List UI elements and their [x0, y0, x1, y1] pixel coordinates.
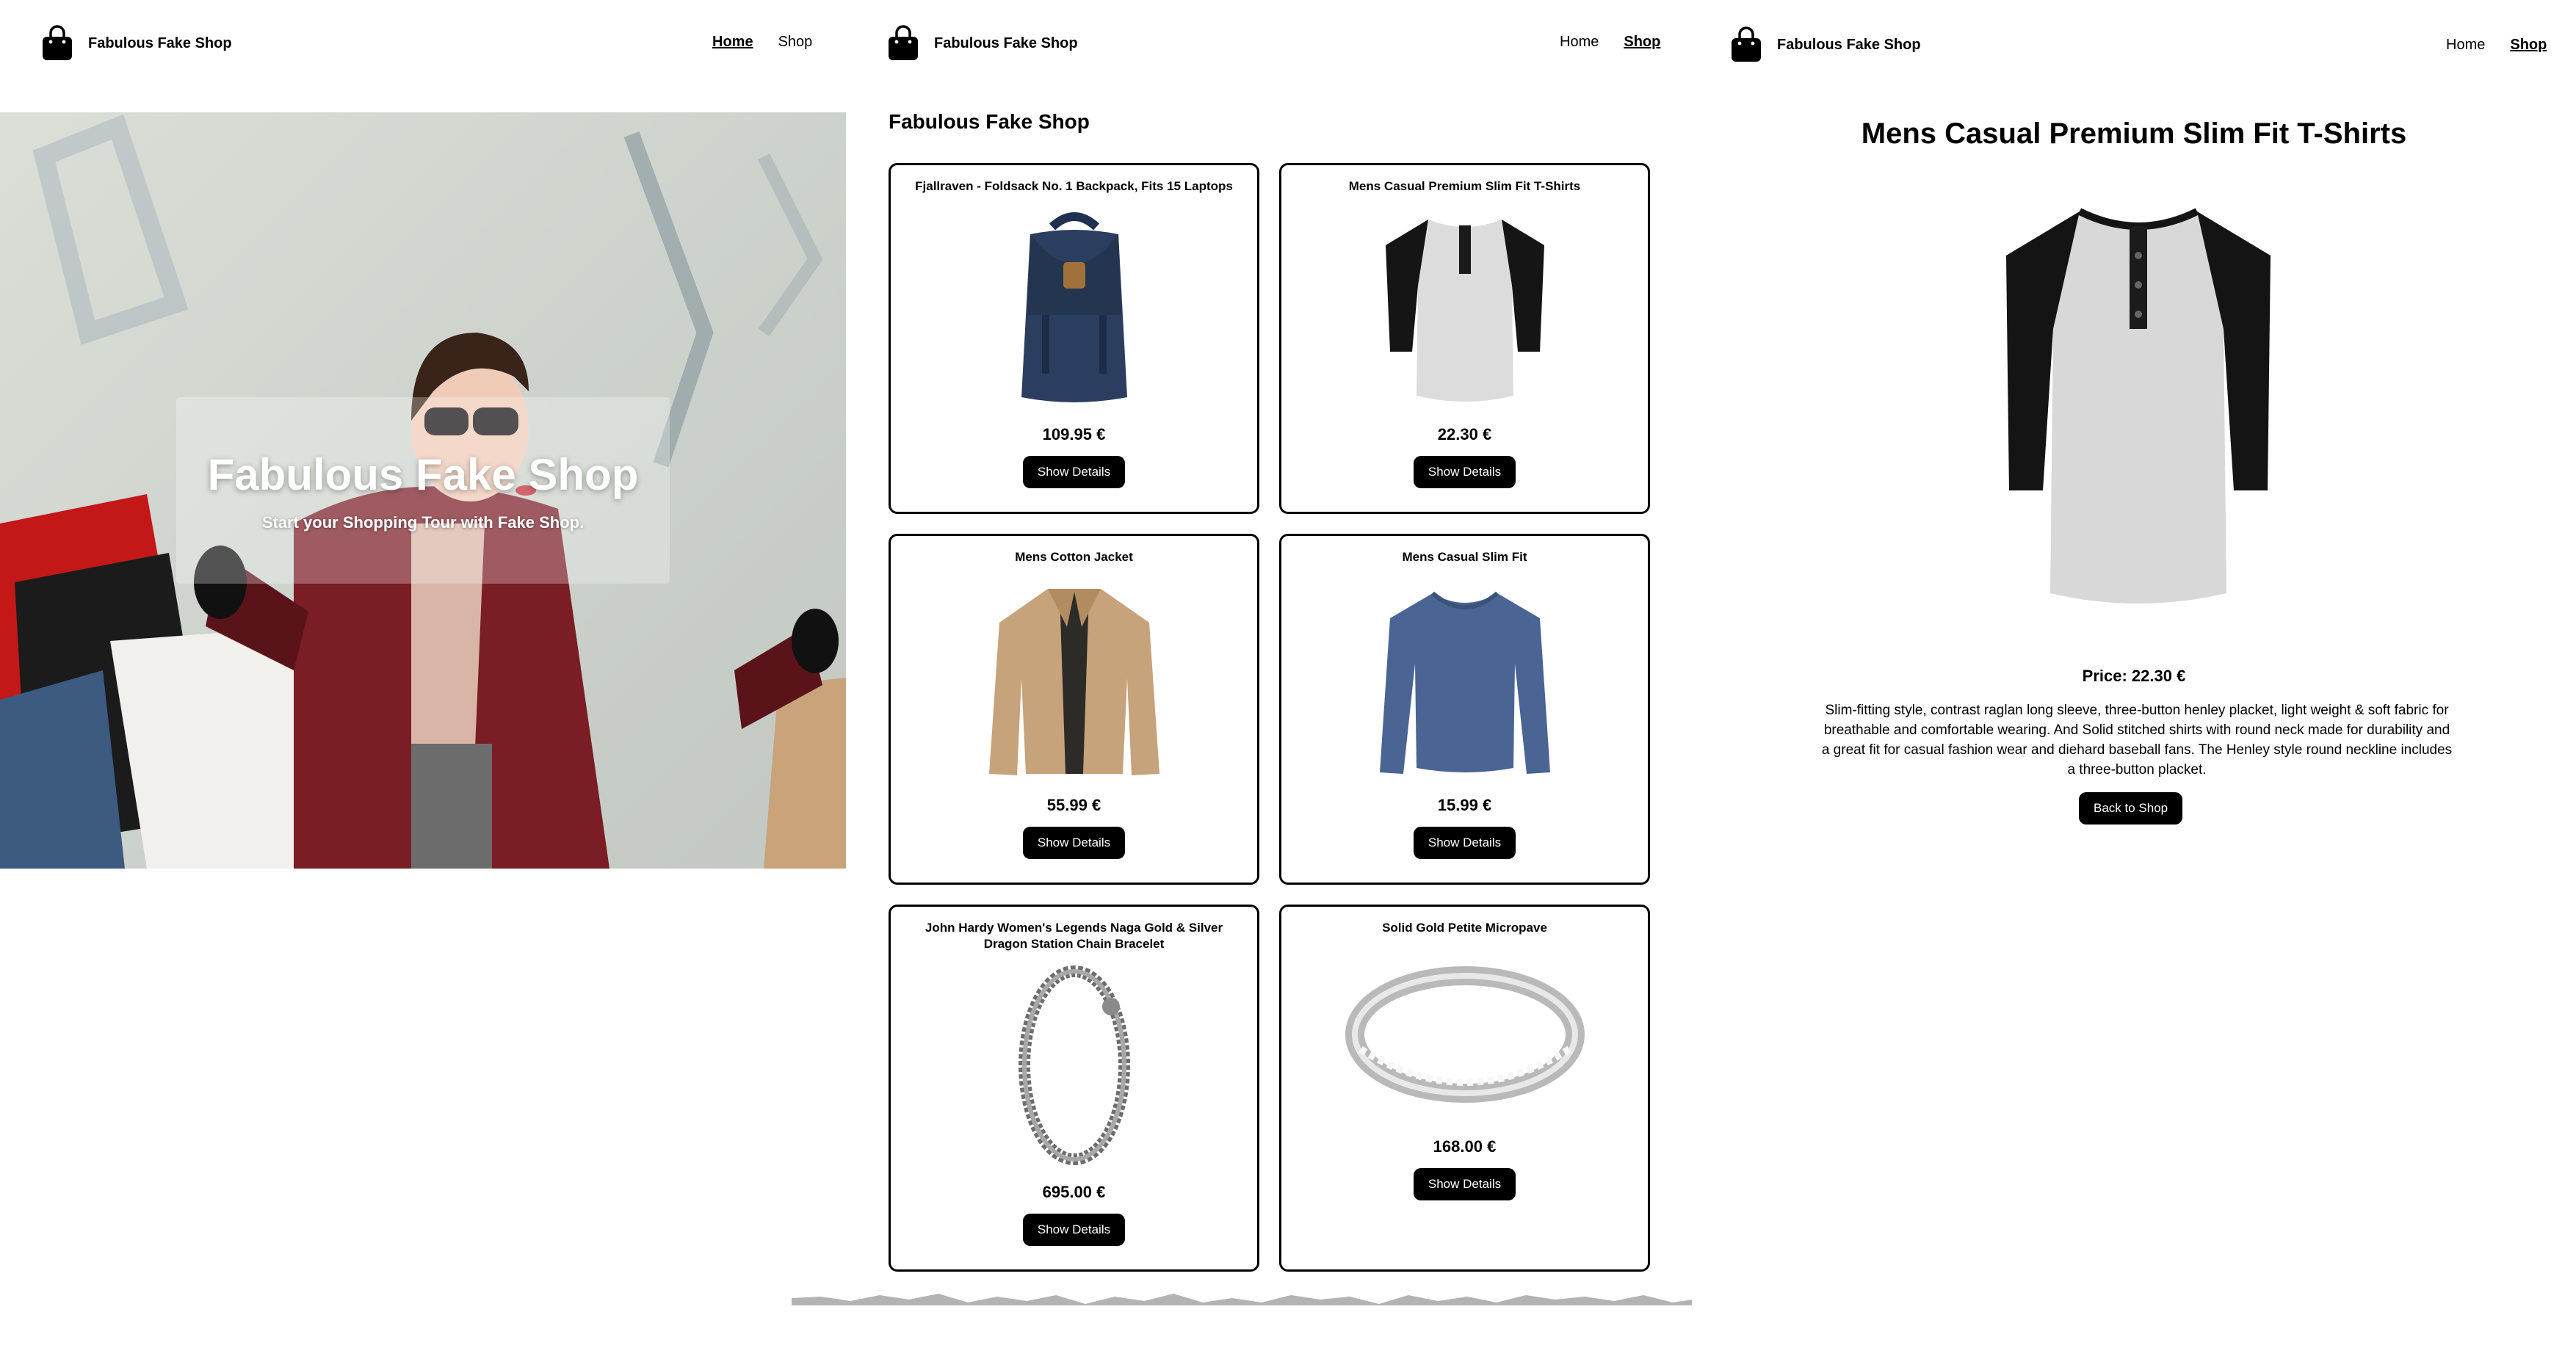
bracelet-image — [1018, 965, 1130, 1165]
nav-home-link[interactable]: Home — [1560, 34, 1599, 51]
ring-image — [1345, 966, 1585, 1103]
henley-shirt-image — [1385, 220, 1544, 402]
product-title: Mens Casual Premium Slim Fit T-Shirts — [1348, 179, 1581, 193]
torn-edge-divider — [792, 1294, 1746, 1305]
show-details-button[interactable]: Show Details — [1413, 456, 1516, 488]
show-details-button[interactable]: Show Details — [1022, 1214, 1126, 1246]
brand-logo[interactable]: Fabulous Fake Shop — [887, 25, 1078, 62]
nav-shop-link[interactable]: Shop — [2510, 37, 2547, 54]
shopping-bag-icon — [889, 25, 918, 60]
product-card: Solid Gold Petite Micropave 168.00 € Sho… — [1279, 905, 1650, 1272]
nav-home-link[interactable]: Home — [2446, 37, 2485, 54]
product-price: 55.99 € — [1046, 796, 1101, 814]
product-card: John Hardy Women's Legends Naga Gold & S… — [889, 905, 1259, 1272]
product-price: 168.00 € — [1433, 1137, 1497, 1156]
brand-logo[interactable]: Fabulous Fake Shop — [41, 25, 232, 62]
show-details-button[interactable]: Show Details — [1413, 1168, 1516, 1200]
show-details-button[interactable]: Show Details — [1022, 456, 1126, 488]
shopping-bag-icon — [1732, 26, 1761, 62]
product-card: Mens Cotton Jacket 55.99 € Show Details — [889, 534, 1259, 885]
back-to-shop-button[interactable]: Back to Shop — [2079, 792, 2183, 825]
brand-logo[interactable]: Fabulous Fake Shop — [1730, 26, 1921, 63]
brand-name: Fabulous Fake Shop — [88, 35, 232, 51]
nav-shop-link[interactable]: Shop — [1624, 34, 1660, 51]
product-price: 22.30 € — [1437, 425, 1492, 443]
product-title: Mens Cotton Jacket — [1015, 550, 1133, 564]
product-detail-title: Mens Casual Premium Slim Fit T-Shirts — [1861, 117, 2407, 150]
hero-overlay: Fabulous Fake Shop Start your Shopping T… — [176, 397, 670, 584]
show-details-button[interactable]: Show Details — [1413, 827, 1516, 859]
main-nav: Home Shop — [1560, 34, 1660, 51]
product-detail-page: Fabulous Fake Shop Home Shop Mens Casual… — [1692, 0, 2576, 1348]
henley-shirt-image — [2006, 208, 2271, 604]
product-price: 695.00 € — [1042, 1183, 1106, 1201]
product-card: Mens Casual Slim Fit 15.99 € Show Detail… — [1279, 534, 1650, 885]
product-card: Fjallraven - Foldsack No. 1 Backpack, Fi… — [889, 163, 1259, 514]
shopping-bag-icon — [43, 25, 72, 60]
jacket-image — [988, 589, 1159, 775]
product-price: 109.95 € — [1042, 425, 1106, 443]
product-detail-price: Price: 22.30 € — [2082, 667, 2186, 685]
product-title: John Hardy Women's Legends Naga Gold & S… — [925, 921, 1223, 951]
product-price: 15.99 € — [1437, 796, 1492, 814]
product-title: Solid Gold Petite Micropave — [1382, 921, 1547, 935]
product-description: Slim-fitting style, contrast raglan long… — [1821, 703, 2453, 778]
hero-subtitle: Start your Shopping Tour with Fake Shop. — [261, 512, 585, 532]
show-details-button[interactable]: Show Details — [1022, 827, 1126, 859]
product-card: Mens Casual Premium Slim Fit T-Shirts 22… — [1279, 163, 1650, 514]
home-page: Fabulous Fake Shop Home Shop Fabulous Fa… — [0, 0, 846, 1348]
backpack-image — [1021, 212, 1127, 402]
main-nav: Home Shop — [2446, 37, 2547, 54]
main-nav: Home Shop — [712, 34, 812, 51]
shop-title: Fabulous Fake Shop — [889, 110, 1090, 133]
shop-page: Fabulous Fake Shop Home Shop Fabulous Fa… — [846, 0, 1692, 1348]
nav-home-link[interactable]: Home — [712, 34, 753, 51]
product-title: Fjallraven - Foldsack No. 1 Backpack, Fi… — [915, 179, 1233, 193]
hero-title: Fabulous Fake Shop — [207, 449, 639, 499]
brand-name: Fabulous Fake Shop — [934, 35, 1078, 51]
nav-shop-link[interactable]: Shop — [778, 34, 813, 51]
product-title: Mens Casual Slim Fit — [1402, 550, 1527, 564]
hero-banner: Fabulous Fake Shop Start your Shopping T… — [0, 112, 846, 869]
longsleeve-shirt-image — [1379, 591, 1550, 774]
brand-name: Fabulous Fake Shop — [1777, 36, 1921, 53]
